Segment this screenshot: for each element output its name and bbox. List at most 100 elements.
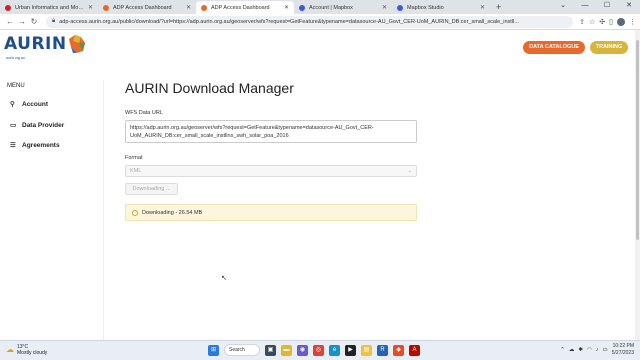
tab-close-icon[interactable]: ✕: [480, 4, 485, 11]
format-label: Format: [125, 155, 143, 161]
sidebar-item-label: Account: [22, 100, 48, 108]
browser-tab[interactable]: Account | Mapbox ✕: [294, 1, 392, 14]
taskbar-search[interactable]: Search: [224, 344, 260, 356]
format-select[interactable]: KML ⌄: [125, 165, 417, 177]
weather-widget[interactable]: ☁ 13°C Mostly cloudy: [6, 344, 47, 356]
page-scrollbar[interactable]: [635, 30, 640, 340]
window-controls: ⌄ — ☐ ✕: [552, 0, 640, 14]
profile-avatar[interactable]: [617, 17, 625, 26]
format-selected-value: KML: [130, 168, 142, 174]
app-icon[interactable]: ◆: [393, 344, 404, 356]
bluetooth-icon[interactable]: ✱: [578, 347, 583, 353]
logo-wordmark: AURIN: [4, 34, 67, 54]
sidebar-item-label: Agreements: [22, 141, 60, 149]
aurin-favicon-icon: [201, 4, 207, 11]
wfs-url-label: WFS Data URL: [125, 110, 163, 116]
australia-map-icon: [68, 35, 85, 53]
address-url: adp-access.aurin.org.au/public/download/…: [59, 18, 519, 25]
main-content: AURIN Download Manager WFS Data URL http…: [125, 80, 417, 221]
tab-label: ADP Access Dashboard: [113, 4, 172, 11]
acrobat-icon[interactable]: A: [409, 344, 420, 356]
tab-label: Account | Mapbox: [309, 4, 353, 11]
spinner-icon: [132, 209, 138, 216]
browser-tab[interactable]: ADP Access Dashboard ✕: [98, 1, 196, 14]
weather-desc: Mostly cloudy: [17, 350, 48, 356]
system-tray: ⌃ ☁ ✱ ◠ ♪ ▭ 10:22 PM 5/27/2023: [560, 343, 634, 357]
aurin-logo[interactable]: AURIN aurin.org.au: [4, 33, 87, 60]
tab-close-icon[interactable]: ✕: [284, 4, 289, 11]
terminal-icon[interactable]: ▶: [345, 344, 356, 356]
forward-arrow-icon[interactable]: →: [16, 17, 28, 26]
browser-tab[interactable]: Urban Informatics and Modelling ✕: [0, 1, 98, 14]
download-button[interactable]: Downloading ...: [125, 183, 178, 195]
mapbox-favicon-icon: [299, 4, 305, 11]
edge-icon[interactable]: e: [329, 344, 340, 356]
sidebar-item-data-provider[interactable]: ▭ Data Provider: [10, 121, 65, 130]
taskbar-clock[interactable]: 10:22 PM 5/27/2023: [612, 343, 634, 357]
training-button[interactable]: TRAINING: [590, 41, 628, 54]
sidepanel-icon[interactable]: ▯: [609, 18, 613, 26]
close-window-icon[interactable]: ✕: [618, 0, 640, 14]
explorer-icon[interactable]: ▬: [281, 344, 292, 356]
user-icon: ⚲: [10, 101, 15, 108]
volume-icon[interactable]: ♪: [596, 347, 599, 353]
battery-icon[interactable]: ▭: [603, 347, 608, 353]
r-icon[interactable]: R: [377, 344, 388, 356]
sidebar-item-label: Data Provider: [22, 121, 65, 129]
lock-icon: 🔒︎: [52, 18, 56, 24]
tab-label: Urban Informatics and Modelling: [15, 4, 85, 11]
wifi-icon[interactable]: ◠: [587, 347, 592, 353]
bookmark-star-icon[interactable]: ☆: [589, 18, 595, 26]
folder-icon: ▭: [10, 122, 17, 129]
chevron-up-icon[interactable]: ⌃: [560, 347, 565, 353]
page-title: AURIN Download Manager: [125, 80, 294, 96]
tab-label: ADP Access Dashboard: [211, 4, 270, 11]
clock-date: 5/27/2023: [611, 350, 634, 356]
back-arrow-icon[interactable]: ←: [4, 17, 16, 26]
browser-tabstrip: Urban Informatics and Modelling ✕ ADP Ac…: [0, 0, 640, 14]
maximize-icon[interactable]: ☐: [596, 0, 618, 14]
task-view-icon[interactable]: ▣: [265, 344, 276, 356]
cloud-sun-icon: ☁: [6, 345, 14, 354]
share-icon[interactable]: ⇪: [579, 18, 585, 26]
aurin-favicon-icon: [103, 4, 109, 11]
toolbar-icons: ⇪ ☆ ✣ ▯ ⋮: [579, 17, 636, 26]
logo-subtext: aurin.org.au: [6, 56, 25, 60]
cloud-icon[interactable]: ☁: [569, 347, 575, 353]
data-catalogue-button[interactable]: DATA CATALOGUE: [523, 41, 585, 54]
tab-close-icon[interactable]: ✕: [382, 4, 387, 11]
browser-tab[interactable]: Mapbox Studio ✕: [392, 1, 490, 14]
download-status-alert: Downloading - 26.54 MB: [125, 204, 417, 221]
status-text: Downloading - 26.54 MB: [142, 209, 203, 216]
kebab-menu-icon[interactable]: ⋮: [629, 18, 636, 26]
tab-close-icon[interactable]: ✕: [186, 4, 191, 11]
reload-icon[interactable]: ↻: [28, 17, 40, 26]
mapbox-favicon-icon: [397, 4, 403, 11]
sidebar: MENU ⚲ Account ▭ Data Provider ☰ Agreeme…: [0, 80, 104, 350]
chrome-icon[interactable]: ◎: [313, 344, 324, 356]
minimize-icon[interactable]: —: [574, 0, 596, 14]
youtube-favicon-icon: [5, 4, 11, 11]
tab-list-chevron-icon[interactable]: ⌄: [552, 0, 574, 14]
browser-tab-active[interactable]: ADP Access Dashboard ✕: [196, 1, 294, 14]
files-icon[interactable]: ▤: [361, 344, 372, 356]
tab-label: Mapbox Studio: [407, 4, 444, 11]
tab-close-icon[interactable]: ✕: [88, 4, 93, 11]
address-bar[interactable]: 🔒︎ adp-access.aurin.org.au/public/downlo…: [46, 15, 574, 28]
clock-time: 10:22 PM: [612, 343, 634, 349]
sidebar-item-agreements[interactable]: ☰ Agreements: [10, 141, 60, 150]
extensions-icon[interactable]: ✣: [599, 18, 605, 26]
menu-title: MENU: [7, 83, 25, 89]
mouse-cursor-icon: ↖: [221, 275, 227, 282]
new-tab-button[interactable]: +: [490, 1, 507, 14]
windows-taskbar: ☁ 13°C Mostly cloudy ⊞ Search ▣ ▬ ◉ ◎ e …: [0, 340, 640, 360]
taskbar-apps: ⊞ Search ▣ ▬ ◉ ◎ e ▶ ▤ R ◆ A: [208, 344, 420, 356]
scrollbar-thumb[interactable]: [636, 40, 639, 240]
list-icon: ☰: [10, 142, 16, 149]
sidebar-item-account[interactable]: ⚲ Account: [10, 100, 48, 109]
wfs-url-field[interactable]: https://adp.aurin.org.au/geoserver/wfs?r…: [125, 120, 417, 143]
chevron-down-icon: ⌄: [407, 168, 412, 174]
chat-icon[interactable]: ◉: [297, 344, 308, 356]
windows-start-icon[interactable]: ⊞: [208, 344, 219, 356]
browser-toolbar: ← → ↻ 🔒︎ adp-access.aurin.org.au/public/…: [0, 14, 640, 30]
